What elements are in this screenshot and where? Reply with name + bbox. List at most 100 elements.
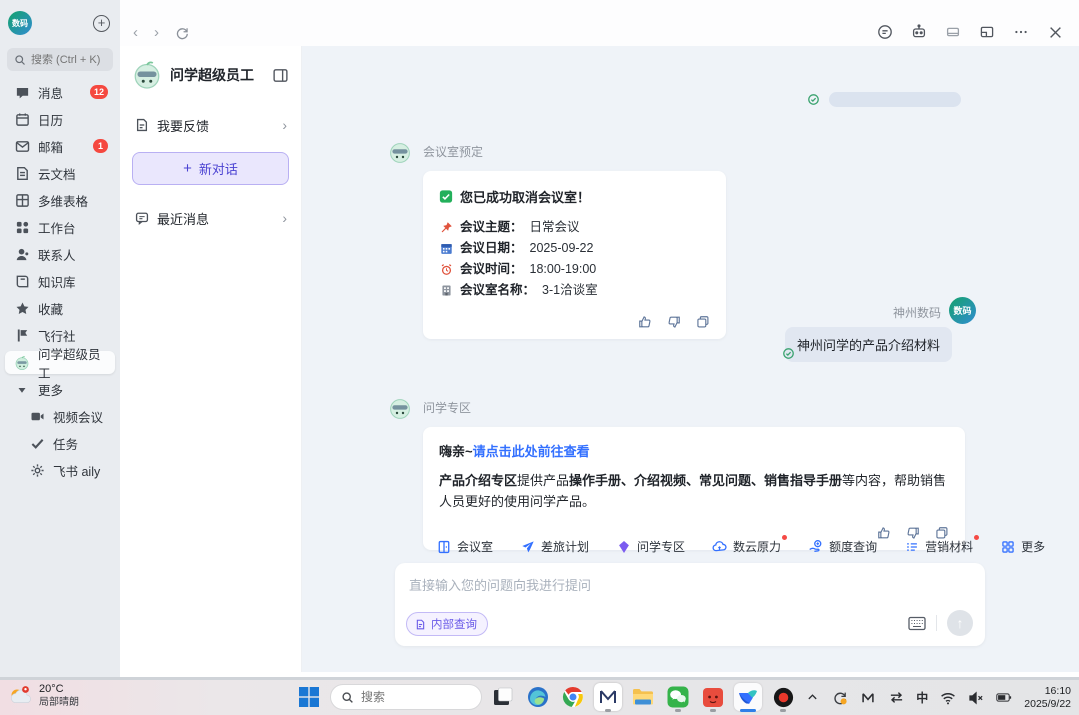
tray-clock[interactable]: 16:10 2025/9/22 [1024, 685, 1071, 710]
meeting-room-icon [436, 539, 451, 554]
grid-more-icon [1000, 539, 1015, 554]
recent-messages-item[interactable]: 最近消息 › [120, 199, 301, 237]
feedback-doc-icon [134, 118, 149, 133]
chat-list-panel: 问学超级员工 我要反馈 › + 新对话 最近消息 › [120, 46, 302, 672]
forward-icon[interactable]: › [154, 24, 159, 41]
gem-icon [616, 539, 631, 554]
zone-card: 嗨亲~请点击此处前往查看 产品介绍专区提供产品操作手册、介绍视频、常见问题、销售… [423, 427, 965, 550]
tray-m-icon[interactable] [860, 690, 876, 706]
task-view-icon[interactable] [489, 683, 517, 711]
sidebar-item-tasks[interactable]: 任务 [5, 432, 115, 455]
add-icon[interactable]: + [93, 15, 110, 32]
back-icon[interactable]: ‹ [133, 24, 138, 41]
feedback-item[interactable]: 我要反馈 › [120, 106, 301, 144]
meeting-card: 您已成功取消会议室！ 会议主题： 日常会议 会议日期： 2025-09-22 [423, 171, 726, 339]
qa-travel-plan[interactable]: 差旅计划 [520, 538, 589, 555]
qa-shuyun-force[interactable]: 数云原力 [712, 538, 781, 555]
caret-down-icon [14, 382, 30, 398]
zone-link[interactable]: 请点击此处前往查看 [473, 444, 590, 459]
refresh-icon[interactable] [175, 26, 189, 40]
sidebar-item-aily[interactable]: 飞书 aily [5, 459, 115, 482]
active-indicator [740, 709, 756, 712]
ime-indicator[interactable]: 中 [916, 689, 928, 706]
sidebar-item-video-meeting[interactable]: 视频会议 [5, 405, 115, 428]
taskbar-search[interactable] [330, 684, 482, 710]
thumbs-down-icon[interactable] [667, 315, 681, 329]
qa-marketing-material[interactable]: 营销材料 [904, 538, 973, 555]
composer[interactable]: 直接输入您的问题向我进行提问 内部查询 ↑ [395, 563, 985, 646]
meeting-room-icon [439, 284, 453, 298]
search-input[interactable] [31, 54, 115, 66]
wifi-icon[interactable] [940, 690, 956, 706]
pin-icon [439, 221, 453, 235]
minimize-panel-icon[interactable] [945, 24, 961, 40]
recorder-icon[interactable] [769, 683, 797, 711]
sidebar-item-wenxue-agent[interactable]: 问学超级员工 [5, 351, 115, 374]
copy-icon[interactable] [696, 315, 710, 329]
internal-query-chip[interactable]: 内部查询 [406, 612, 488, 636]
sidebar-item-mail[interactable]: 邮箱 1 [5, 135, 115, 158]
tray-time: 16:10 [1024, 685, 1071, 698]
chrome-icon[interactable] [559, 683, 587, 711]
global-search[interactable] [7, 48, 113, 71]
tray-chevron-up-icon[interactable] [804, 690, 820, 706]
star-icon [14, 301, 30, 317]
close-chat-icon[interactable] [1047, 24, 1063, 40]
popout-window-icon[interactable] [979, 24, 995, 40]
qa-quota-query[interactable]: 额度查询 [808, 538, 877, 555]
video-camera-icon [29, 409, 45, 425]
sidebar-item-docs[interactable]: 云文档 [5, 162, 115, 185]
chat-area: 会议室预定 您已成功取消会议室！ 会议主题： 日常会议 [302, 46, 1079, 672]
volume-muted-icon[interactable] [968, 690, 984, 706]
weather-widget[interactable]: 20°C 局部晴朗 [7, 683, 79, 709]
sidebar-item-workplace[interactable]: 工作台 [5, 216, 115, 239]
collapse-panel-icon[interactable] [272, 67, 289, 84]
loading-message [807, 92, 961, 107]
more-ellipsis-icon[interactable] [1013, 24, 1029, 40]
chevron-right-icon: › [282, 210, 287, 226]
send-button[interactable]: ↑ [947, 610, 973, 636]
left-rail: 数码 + 消息 12 日历 邮箱 1 [0, 0, 120, 677]
new-chat-button[interactable]: + 新对话 [132, 152, 289, 185]
unread-badge: 1 [93, 139, 108, 153]
unread-badge: 12 [90, 85, 108, 99]
taskbar-search-input[interactable] [361, 690, 461, 704]
qa-wenxue-zone[interactable]: 问学专区 [616, 538, 685, 555]
message-settings-icon[interactable] [877, 24, 893, 40]
sidebar-item-base[interactable]: 多维表格 [5, 189, 115, 212]
document-icon [14, 166, 30, 182]
sidebar-item-favorites[interactable]: 收藏 [5, 297, 115, 320]
bot-avatar [132, 60, 162, 90]
edge-icon[interactable] [524, 683, 552, 711]
search-icon [341, 691, 354, 704]
user-avatar[interactable]: 数码 [949, 297, 976, 324]
book-icon [14, 274, 30, 290]
sidebar-item-contacts[interactable]: 联系人 [5, 243, 115, 266]
sidebar-item-more[interactable]: 更多 [5, 378, 115, 401]
start-button[interactable] [295, 683, 323, 711]
cloud-icon [712, 539, 727, 554]
sidebar-item-wiki[interactable]: 知识库 [5, 270, 115, 293]
sidebar-item-messages[interactable]: 消息 12 [5, 81, 115, 104]
thumbs-up-icon[interactable] [638, 315, 652, 329]
file-explorer-icon[interactable] [629, 683, 657, 711]
user-avatar[interactable]: 数码 [8, 11, 32, 35]
tray-transfer-icon[interactable] [888, 690, 904, 706]
qa-meeting-room[interactable]: 会议室 [436, 538, 493, 555]
running-indicator [675, 709, 681, 712]
red-cat-app-icon[interactable] [699, 683, 727, 711]
agent-title: 问学超级员工 [170, 65, 264, 85]
sidebar-item-calendar[interactable]: 日历 [5, 108, 115, 131]
wechat-icon[interactable] [664, 683, 692, 711]
robot-icon[interactable] [911, 24, 927, 40]
sender-name: 神州数码 [893, 304, 941, 321]
qa-more[interactable]: 更多 [1000, 538, 1045, 555]
main-header: ‹ › [120, 0, 1079, 46]
envelope-icon [14, 139, 30, 155]
bot-avatar [388, 396, 412, 420]
m-app-icon[interactable] [594, 683, 622, 711]
feishu-icon[interactable] [734, 683, 762, 711]
battery-icon[interactable] [996, 690, 1012, 706]
keyboard-icon[interactable] [908, 616, 926, 631]
tray-sync-icon[interactable] [832, 690, 848, 706]
